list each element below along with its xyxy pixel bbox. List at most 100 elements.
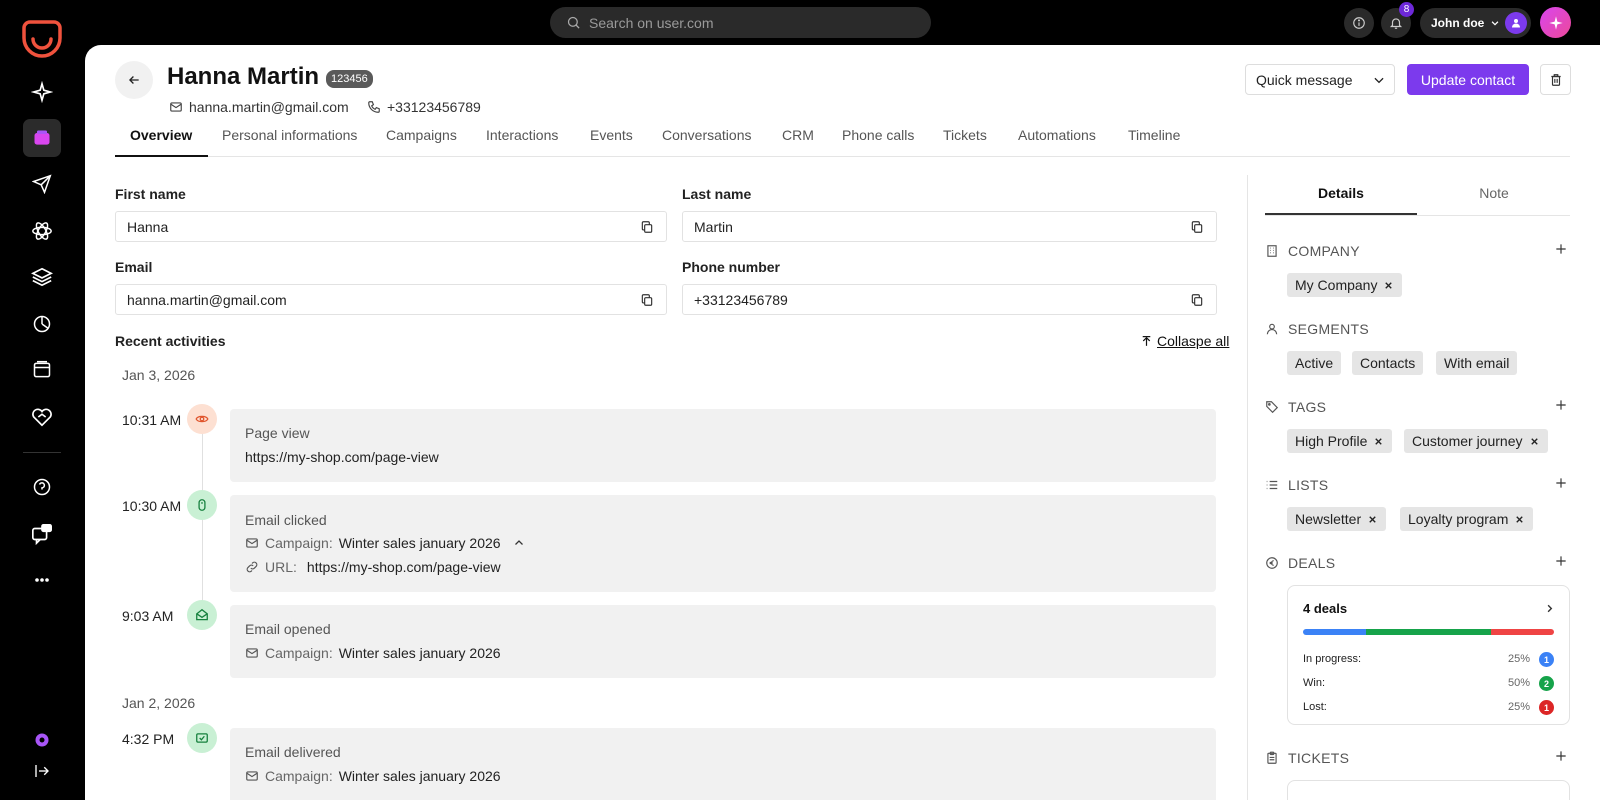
last-name-field[interactable]: Martin [682, 211, 1217, 242]
last-name-value: Martin [694, 218, 733, 235]
activity-url: URL: https://my-shop.com/page-view [245, 559, 501, 575]
link-icon [246, 561, 258, 573]
copy-icon[interactable] [640, 220, 654, 234]
tab-campaigns[interactable]: Campaigns [371, 127, 472, 157]
first-name-field[interactable]: Hanna [115, 211, 667, 242]
nav-campaigns-icon[interactable] [23, 165, 61, 203]
update-contact-button[interactable]: Update contact [1407, 64, 1529, 95]
copy-icon[interactable] [1190, 293, 1204, 307]
chevron-down-icon [1491, 21, 1499, 26]
chevron-down-icon [1374, 77, 1384, 84]
tab-personal-informations[interactable]: Personal informations [207, 127, 372, 157]
url-label: URL: [265, 559, 297, 575]
tab-automations[interactable]: Automations [1003, 127, 1111, 157]
plus-icon[interactable] [1554, 749, 1568, 763]
company-chip-label: My Company [1295, 277, 1378, 293]
deal-label: Lost: [1303, 701, 1327, 713]
tab-tickets[interactable]: Tickets [928, 127, 1002, 157]
close-icon[interactable] [1529, 436, 1540, 447]
tab-timeline[interactable]: Timeline [1113, 127, 1195, 157]
close-icon[interactable] [1367, 514, 1378, 525]
campaign-name: Winter sales january 2026 [338, 535, 501, 551]
right-panel-divider [1247, 175, 1248, 800]
deal-row-win: Win: 50% 2 [1303, 676, 1554, 691]
chevron-up-icon[interactable] [513, 537, 525, 549]
campaign-label: Campaign: [265, 535, 333, 551]
tags-title: TAGS [1288, 399, 1327, 415]
tag-chip: High Profile [1287, 429, 1393, 453]
deals-count: 4 deals [1303, 601, 1348, 616]
nav-contacts-icon[interactable] [23, 119, 61, 157]
mail-open-icon [187, 600, 217, 630]
plus-icon[interactable] [1554, 554, 1568, 568]
activity-card[interactable]: Email opened Campaign: Winter sales janu… [230, 605, 1216, 678]
contact-email[interactable]: hanna.martin@gmail.com [169, 99, 349, 115]
deals-progress-bar [1303, 629, 1554, 635]
activity-url-text[interactable]: https://my-shop.com/page-view [307, 559, 501, 575]
deals-bar-lost [1491, 629, 1554, 635]
nav-ai-icon[interactable] [23, 73, 61, 111]
contact-phone[interactable]: +33123456789 [367, 99, 481, 115]
nav-help-icon[interactable] [23, 468, 61, 506]
activity-card[interactable]: Email delivered Campaign: Winter sales j… [230, 728, 1216, 800]
plus-icon[interactable] [1554, 242, 1568, 256]
bell-icon[interactable]: 8 [1381, 2, 1414, 38]
nav-deals-icon[interactable] [23, 398, 61, 436]
close-icon[interactable] [1514, 514, 1525, 525]
search-placeholder: Search on user.com [589, 14, 714, 31]
deals-title: DEALS [1288, 555, 1336, 571]
tab-conversations[interactable]: Conversations [647, 127, 767, 157]
segment-chip: Contacts [1352, 351, 1424, 375]
tab-phone-calls[interactable]: Phone calls [827, 127, 929, 157]
list-chip-label: Loyalty program [1408, 511, 1509, 527]
list-chip: Newsletter [1287, 507, 1387, 531]
nav-more-icon[interactable] [23, 561, 61, 599]
tickets-card[interactable] [1287, 780, 1570, 800]
tab-interactions[interactable]: Interactions [471, 127, 573, 157]
info-icon[interactable] [1344, 8, 1374, 38]
copy-icon[interactable] [640, 293, 654, 307]
tab-overview[interactable]: Overview [115, 127, 208, 157]
activity-card[interactable]: Email clicked Campaign: Winter sales jan… [230, 495, 1216, 592]
eye-icon [187, 404, 217, 434]
tab-note[interactable]: Note [1418, 185, 1570, 215]
plus-icon[interactable] [1554, 476, 1568, 490]
activity-time: 10:31 AM [122, 412, 182, 428]
activity-time: 9:03 AM [122, 608, 174, 624]
quick-message-select[interactable]: Quick message [1245, 64, 1395, 95]
activity-card[interactable]: Page view https://my-shop.com/page-view [230, 409, 1216, 482]
user-menu[interactable]: John doe [1420, 8, 1531, 38]
expand-sidebar-icon[interactable] [23, 752, 61, 790]
arrow-up-icon [1142, 335, 1151, 346]
nav-analytics-icon[interactable] [23, 305, 61, 343]
close-icon[interactable] [1373, 436, 1384, 447]
segment-chip: Active [1287, 351, 1342, 375]
tab-details[interactable]: Details [1265, 185, 1417, 215]
campaign-label: Campaign: [265, 768, 333, 784]
email-field[interactable]: hanna.martin@gmail.com [115, 284, 667, 315]
tab-crm[interactable]: CRM [767, 127, 829, 157]
deals-card[interactable]: 4 deals In progress: 25% 1 Win: 50% 2 Lo… [1287, 585, 1570, 725]
plus-icon[interactable] [1554, 398, 1568, 412]
nav-browser-icon[interactable] [23, 351, 61, 389]
ai-assistant-icon[interactable] [1540, 7, 1571, 38]
delete-button[interactable] [1540, 64, 1571, 95]
nav-automation-icon[interactable] [23, 212, 61, 250]
nav-layers-icon[interactable] [23, 258, 61, 296]
timeline-line [202, 430, 203, 620]
euro-icon [1265, 556, 1281, 570]
back-button[interactable] [115, 61, 153, 99]
phone-number-field[interactable]: +33123456789 [682, 284, 1217, 315]
chevron-right-icon[interactable] [1544, 603, 1555, 614]
nav-chat-icon[interactable] [23, 515, 61, 553]
company-section-header: COMPANY [1265, 241, 1570, 261]
tab-events[interactable]: Events [575, 127, 648, 157]
collapse-all-link[interactable]: Collaspe all [1140, 333, 1229, 349]
tag-chip-label: Customer journey [1412, 433, 1523, 449]
trash-icon [1550, 73, 1561, 86]
close-icon[interactable] [1383, 280, 1394, 291]
segment-chip: With email [1436, 351, 1518, 375]
copy-icon[interactable] [1190, 220, 1204, 234]
campaign-name: Winter sales january 2026 [338, 768, 501, 784]
search-input[interactable]: Search on user.com [550, 7, 931, 38]
